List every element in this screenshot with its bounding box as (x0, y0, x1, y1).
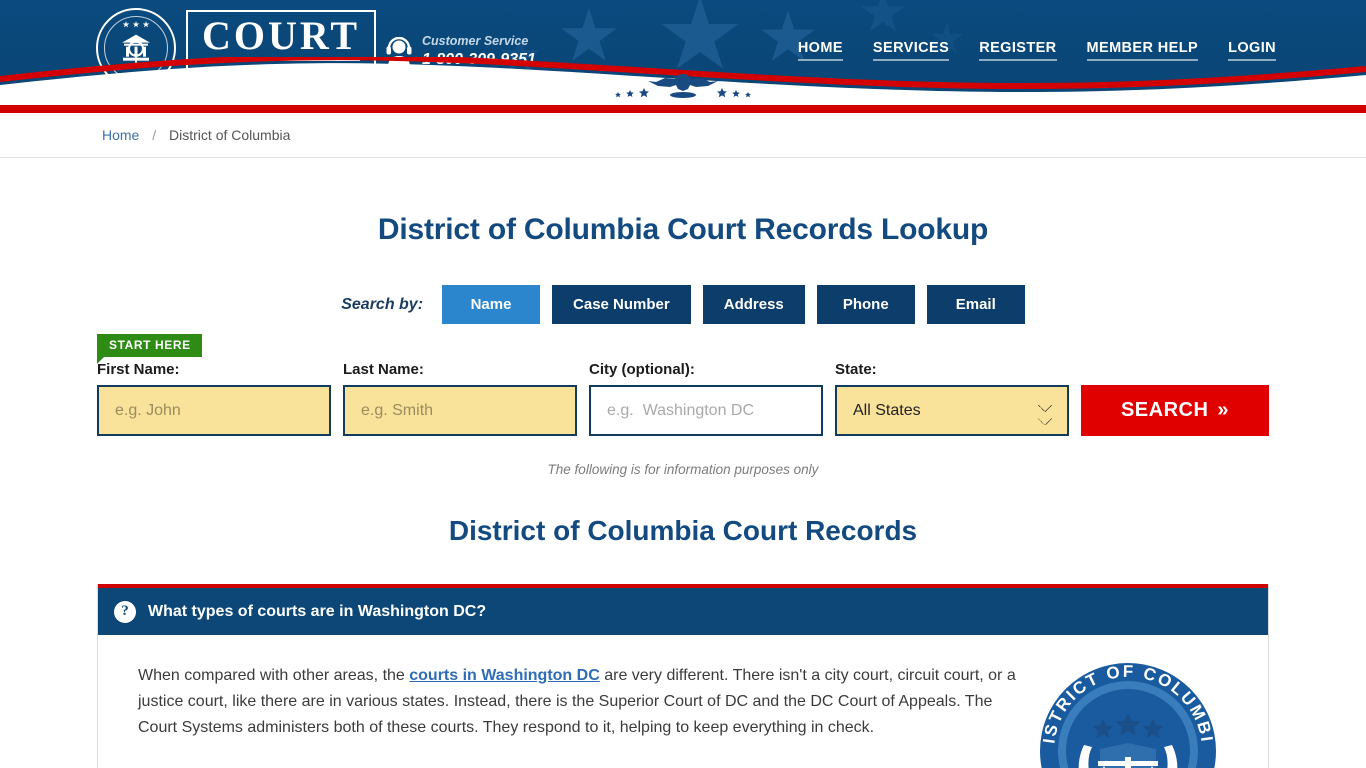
page-title: District of Columbia Court Records Looku… (377, 213, 989, 246)
last-name-field-group: Last Name: (343, 361, 577, 436)
tab-case-number[interactable]: Case Number (552, 285, 691, 324)
district-of-columbia-seal-icon: DISTRICT OF COLUMBIA (1038, 661, 1216, 768)
question-mark-icon: ? (114, 600, 136, 623)
tab-address[interactable]: Address (702, 285, 805, 324)
customer-service-label: Customer Service (422, 34, 529, 48)
breadcrumb-separator: / (152, 127, 157, 143)
search-button-label: SEARCH (1120, 399, 1209, 421)
logo-title: COURT (202, 15, 361, 61)
city-input[interactable] (589, 385, 823, 436)
faq-header[interactable]: ? What types of courts are in Washington… (98, 584, 1268, 635)
search-button[interactable]: SEARCH » (1081, 385, 1269, 436)
state-label: State: (835, 361, 877, 378)
site-header: COURT CASE FINDER Customer Service 1-800… (0, 0, 1366, 105)
seal-stars-icon (122, 21, 150, 28)
breadcrumb-bar: Home / District of Columbia (0, 113, 1366, 158)
search-form-row: First Name: Last Name: City (optional): … (97, 334, 1269, 436)
search-form: START HERE First Name: Last Name: City (… (97, 334, 1269, 436)
tab-phone[interactable]: Phone (816, 285, 915, 324)
courts-in-washington-dc-link[interactable]: courts in Washington DC (409, 667, 600, 684)
tab-name[interactable]: Name (442, 285, 541, 324)
state-field-group: State: All States (835, 361, 1069, 436)
city-label: City (optional): (589, 361, 695, 378)
tab-email[interactable]: Email (926, 285, 1025, 324)
search-by-tabs: Search by: Name Case Number Address Phon… (0, 285, 1366, 324)
last-name-input[interactable] (343, 385, 577, 436)
faq-question: What types of courts are in Washington D… (148, 602, 487, 620)
chevron-right-double-icon: » (1217, 399, 1230, 421)
start-here-badge: START HERE (97, 334, 202, 364)
faq-answer-part1: When compared with other areas, the (138, 667, 410, 684)
first-name-field-group: First Name: (97, 361, 331, 436)
patriotic-eagle-icon (615, 74, 751, 98)
breadcrumb-current: District of Columbia (169, 127, 291, 143)
breadcrumb-home-link[interactable]: Home (102, 127, 139, 143)
faq-body: When compared with other areas, the cour… (98, 635, 1268, 768)
city-field-group: City (optional): (589, 361, 823, 436)
disclaimer-note: The following is for information purpose… (547, 462, 819, 477)
main-content: District of Columbia Court Records Looku… (0, 213, 1366, 768)
breadcrumb: Home / District of Columbia (102, 127, 290, 143)
faq-answer: When compared with other areas, the cour… (138, 663, 1018, 768)
first-name-label: First Name: (97, 361, 180, 378)
last-name-label: Last Name: (343, 361, 424, 378)
first-name-input[interactable] (97, 385, 331, 436)
header-red-divider (0, 105, 1366, 113)
section-title: District of Columbia Court Records (448, 515, 918, 546)
faq-panel: ? What types of courts are in Washington… (97, 584, 1269, 768)
search-by-label: Search by: (341, 295, 424, 313)
state-select[interactable]: All States (835, 385, 1069, 436)
